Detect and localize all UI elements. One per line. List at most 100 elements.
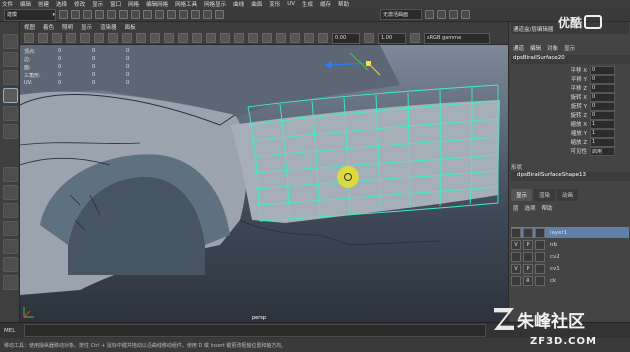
menu-item[interactable]: 生成 [302, 0, 313, 8]
bookmark-icon[interactable] [52, 33, 62, 43]
menu-item[interactable]: 选择 [56, 0, 67, 8]
attribute-value[interactable]: 0 [590, 83, 615, 93]
exposure-icon[interactable] [318, 33, 328, 43]
layer-row[interactable]: cv2 [511, 251, 629, 262]
layer-menu-item[interactable]: 层 [513, 204, 519, 212]
panel-menu-item[interactable]: 面板 [125, 23, 136, 31]
menu-item[interactable]: UV [287, 1, 295, 7]
panel-menu-item[interactable]: 照明 [62, 23, 73, 31]
gate-mask-icon[interactable] [122, 33, 132, 43]
menu-set-dropdown[interactable]: 建模 ▾ [4, 8, 56, 21]
channel-attribute[interactable]: 缩放 Y1 [509, 128, 630, 138]
select-object-icon[interactable] [131, 10, 140, 19]
attribute-value[interactable]: 0 [590, 74, 615, 84]
image-plane-icon[interactable] [66, 33, 76, 43]
layer-visibility-toggle[interactable] [511, 275, 521, 286]
channel-attribute[interactable]: 缩放 Z1 [509, 137, 630, 147]
menu-item[interactable]: 网格显示 [204, 0, 226, 8]
wireframe-icon[interactable] [178, 33, 188, 43]
layer-visibility-toggle[interactable]: V [511, 263, 521, 274]
move-tool-icon[interactable] [3, 88, 18, 103]
channel-menu-item[interactable]: 通道 [513, 44, 524, 52]
layer-visibility-toggle[interactable] [511, 251, 521, 262]
snap-point-icon[interactable] [179, 10, 188, 19]
attribute-value[interactable]: 0 [590, 92, 615, 102]
channel-box-icon[interactable] [461, 10, 470, 19]
channel-attribute[interactable]: 平移 Y0 [509, 74, 630, 84]
attribute-value[interactable]: 0 [590, 65, 615, 75]
menu-item[interactable]: 修改 [74, 0, 85, 8]
channel-menu-item[interactable]: 显示 [564, 44, 575, 52]
exposure-field[interactable]: 0.00 [332, 32, 360, 44]
rotate-tool-icon[interactable] [3, 106, 18, 121]
menu-item[interactable]: 编辑 [20, 0, 31, 8]
menu-item[interactable]: 网格工具 [175, 0, 197, 8]
attribute-value[interactable]: 1 [590, 128, 615, 138]
attribute-value[interactable]: 0 [590, 110, 615, 120]
layer-color-swatch[interactable] [535, 251, 545, 262]
layer-playback-toggle[interactable] [523, 227, 533, 238]
gamma-icon[interactable] [364, 33, 374, 43]
layer-color-swatch[interactable] [535, 263, 545, 274]
layer-playback-toggle[interactable]: P [523, 239, 533, 250]
color-management-icon[interactable] [410, 33, 420, 43]
render-settings-icon[interactable] [215, 10, 224, 19]
layer-playback-toggle[interactable] [523, 251, 533, 262]
isolate-select-icon[interactable] [262, 33, 272, 43]
render-icon[interactable] [191, 10, 200, 19]
smooth-shade-icon[interactable] [192, 33, 202, 43]
textured-icon[interactable] [220, 33, 230, 43]
tool-settings-icon[interactable] [449, 10, 458, 19]
channel-menu-item[interactable]: 编辑 [530, 44, 541, 52]
select-hierarchy-icon[interactable] [119, 10, 128, 19]
channel-attribute[interactable]: 平移 Z0 [509, 83, 630, 93]
sidebar-toggle-icon[interactable] [425, 10, 434, 19]
redo-icon[interactable] [107, 10, 116, 19]
channel-attribute[interactable]: 旋转 Y0 [509, 101, 630, 111]
wireframe-on-shaded-icon[interactable] [206, 33, 216, 43]
safe-action-icon[interactable] [150, 33, 160, 43]
uv-layout-icon[interactable] [3, 275, 18, 290]
layer-playback-toggle[interactable]: R [523, 275, 533, 286]
lighting-icon[interactable] [234, 33, 244, 43]
layer-visibility-toggle[interactable] [511, 227, 521, 238]
field-chart-icon[interactable] [136, 33, 146, 43]
resolution-gate-icon[interactable] [108, 33, 118, 43]
channel-attribute[interactable]: 旋转 Z0 [509, 110, 630, 120]
menu-item[interactable]: 缓存 [320, 0, 331, 8]
menu-item[interactable]: 变形 [269, 0, 280, 8]
panel-menu-item[interactable]: 视图 [24, 23, 35, 31]
layer-row[interactable]: V Pnb [511, 239, 629, 250]
mel-label[interactable]: MEL [0, 328, 24, 334]
attribute-value[interactable]: 启用 [590, 146, 615, 156]
select-tool-icon[interactable] [3, 34, 18, 49]
live-surface-field[interactable]: 无激活曲面 [380, 9, 422, 20]
channel-menu-item[interactable]: 对象 [547, 44, 558, 52]
xray-joints-icon[interactable] [290, 33, 300, 43]
layer-menu-item[interactable]: 帮助 [542, 204, 553, 212]
camera-select-icon[interactable] [24, 33, 34, 43]
attribute-value[interactable]: 1 [590, 137, 615, 147]
camera-lock-icon[interactable] [38, 33, 48, 43]
attribute-value[interactable]: 1 [590, 119, 615, 129]
ipr-render-icon[interactable] [203, 10, 212, 19]
mel-input[interactable] [24, 324, 486, 337]
safe-title-icon[interactable] [164, 33, 174, 43]
attribute-editor-icon[interactable] [437, 10, 446, 19]
save-scene-icon[interactable] [83, 10, 92, 19]
xray-icon[interactable] [276, 33, 286, 43]
film-gate-icon[interactable] [94, 33, 104, 43]
channel-attribute[interactable]: 平移 X0 [509, 65, 630, 75]
scale-tool-icon[interactable] [3, 124, 18, 139]
side-by-side-layout-icon[interactable] [3, 203, 18, 218]
attribute-value[interactable]: 0 [590, 101, 615, 111]
panel-menu-item[interactable]: 着色 [43, 23, 54, 31]
layer-playback-toggle[interactable]: P [523, 263, 533, 274]
layer-row[interactable]: layer1 [511, 227, 629, 238]
gamma-field[interactable]: 1.00 [378, 32, 406, 44]
select-component-icon[interactable] [143, 10, 152, 19]
channel-attribute[interactable]: 缩放 X1 [509, 119, 630, 129]
layer-tab[interactable]: 动画 [557, 189, 579, 201]
view-transform-dropdown[interactable]: sRGB gamma [424, 32, 490, 44]
graph-layout-icon[interactable] [3, 239, 18, 254]
